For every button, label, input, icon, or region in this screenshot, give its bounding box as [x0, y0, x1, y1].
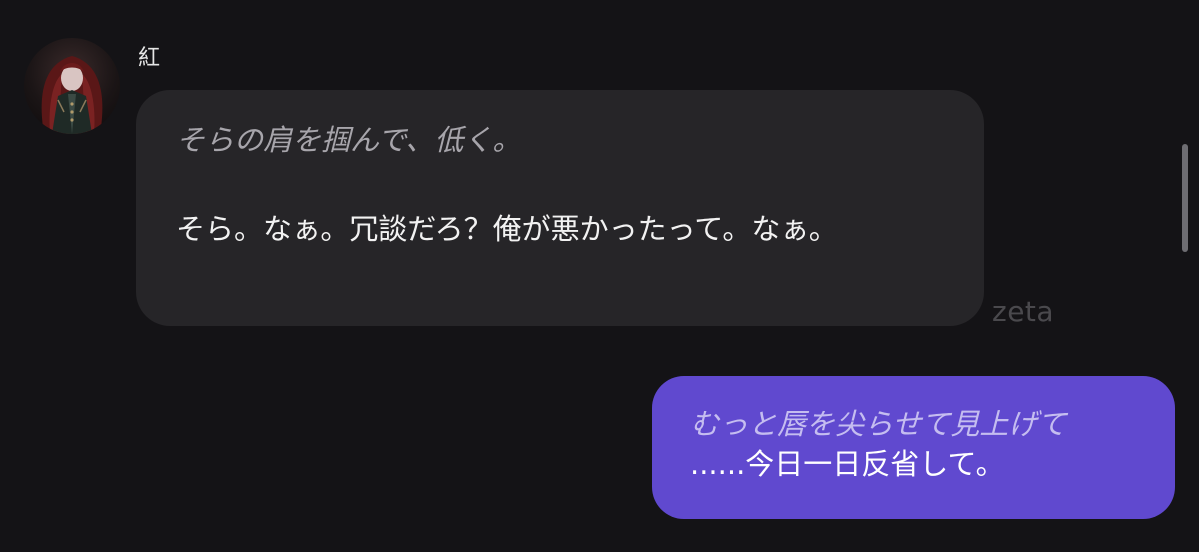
chat-screen: 紅 そらの肩を掴んで、低く。 そら。なぁ。冗談だろ？俺が悪かったって。なぁ。 z… [0, 0, 1199, 552]
scrollbar-thumb[interactable] [1182, 144, 1188, 252]
sender-name: 紅 [138, 46, 161, 71]
user-message-action: むっと唇を尖らせて見上げて [690, 407, 1067, 441]
character-avatar[interactable] [24, 38, 120, 134]
bot-message-speech: そら。なぁ。冗談だろ？俺が悪かったって。なぁ。 [176, 212, 838, 246]
user-message-bubble: むっと唇を尖らせて見上げて ......今日一日反省して。 [652, 376, 1175, 519]
zeta-watermark: zeta [992, 295, 1055, 328]
user-message-speech: ......今日一日反省して。 [690, 447, 1005, 481]
bot-message-action: そらの肩を掴んで、低く。 [176, 123, 522, 157]
character-portrait-icon [41, 56, 103, 134]
bot-message-bubble: そらの肩を掴んで、低く。 そら。なぁ。冗談だろ？俺が悪かったって。なぁ。 [136, 90, 984, 326]
